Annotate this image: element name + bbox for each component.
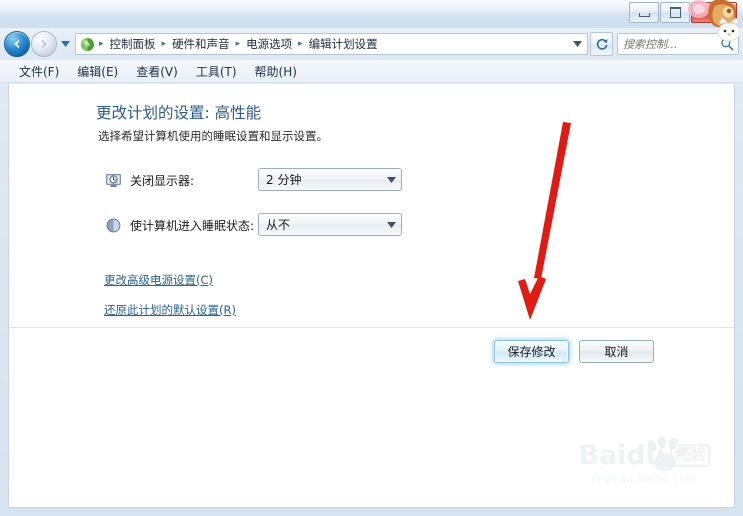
window-controls: ✕ — [629, 2, 737, 23]
setting-row-put-computer-to-sleep: 使计算机进入睡眠状态: — [104, 213, 254, 237]
cancel-button[interactable]: 取消 — [579, 340, 654, 363]
maximize-button[interactable] — [660, 2, 690, 23]
breadcrumb-bar[interactable]: ▸ 控制面板 ▸ 硬件和声音 ▸ 电源选项 ▸ 编辑计划设置 — [75, 33, 588, 55]
page-subtitle: 选择希望计算机使用的睡眠设置和显示设置。 — [98, 129, 328, 143]
explorer-window: ✕ ▸ 控制面板 ▸ 硬件和声音 ▸ 电源选项 ▸ 编辑计划设置 搜索控制...… — [0, 0, 743, 516]
setting-label-turn-off-display: 关闭显示器: — [130, 173, 195, 188]
forward-arrow-icon — [42, 39, 47, 49]
combo-value-turn-off-display: 2 分钟 — [266, 173, 302, 187]
content-pane: 更改计划的设置: 高性能 选择希望计算机使用的睡眠设置和显示设置。 关闭显示器:… — [8, 84, 735, 508]
breadcrumb-separator: ▸ — [235, 38, 241, 49]
back-button[interactable] — [4, 31, 30, 57]
button-bar: 保存修改 取消 — [494, 340, 654, 363]
chevron-down-icon[interactable] — [381, 221, 401, 228]
monitor-clock-icon — [104, 171, 122, 189]
menu-item-view[interactable]: 查看(V) — [127, 61, 187, 82]
baidu-paw-watermark — [647, 437, 686, 471]
menu-item-tools[interactable]: 工具(T) — [187, 61, 246, 82]
close-icon: ✕ — [708, 5, 720, 20]
maximize-icon — [669, 7, 681, 18]
setting-label-put-computer-to-sleep: 使计算机进入睡眠状态: — [130, 218, 255, 233]
moon-sleep-icon — [104, 216, 122, 234]
combo-turn-off-display[interactable]: 2 分钟 — [258, 168, 402, 191]
menu-item-edit[interactable]: 编辑(E) — [68, 61, 127, 82]
link-restore-default-settings[interactable]: 还原此计划的默认设置(R) — [104, 302, 236, 318]
search-input[interactable] — [621, 36, 719, 52]
close-button[interactable]: ✕ — [691, 2, 737, 23]
forward-button[interactable] — [31, 31, 57, 57]
search-box[interactable] — [617, 33, 739, 55]
breadcrumb-item-edit-plan-settings[interactable]: 编辑计划设置 — [306, 35, 381, 53]
breadcrumb-item-hardware-sound[interactable]: 硬件和声音 — [169, 35, 233, 53]
minimize-icon — [638, 13, 650, 17]
watermark-url: jingyan.baidu.com — [591, 473, 697, 485]
address-bar: ▸ 控制面板 ▸ 硬件和声音 ▸ 电源选项 ▸ 编辑计划设置 — [0, 28, 743, 60]
combo-value-put-computer-to-sleep: 从不 — [266, 218, 291, 232]
breadcrumb-separator: ▸ — [99, 38, 104, 49]
back-arrow-icon — [14, 39, 19, 49]
breadcrumb-item-power-options[interactable]: 电源选项 — [243, 35, 295, 53]
history-dropdown-button[interactable] — [58, 41, 72, 47]
horizontal-separator — [9, 327, 734, 328]
title-bar: ✕ — [0, 0, 743, 42]
breadcrumb-dropdown-icon[interactable] — [569, 41, 585, 47]
minimize-button[interactable] — [629, 2, 659, 23]
search-icon[interactable] — [719, 36, 735, 52]
menu-item-help[interactable]: 帮助(H) — [246, 61, 306, 82]
setting-row-turn-off-display: 关闭显示器: — [104, 168, 194, 192]
control-panel-icon — [79, 36, 95, 52]
page-title: 更改计划的设置: 高性能 — [96, 104, 262, 122]
save-changes-button[interactable]: 保存修改 — [494, 340, 569, 363]
chevron-down-icon — [60, 41, 70, 47]
breadcrumb-separator: ▸ — [298, 38, 303, 49]
menu-bar: 文件(F) 编辑(E) 查看(V) 工具(T) 帮助(H) — [0, 60, 743, 83]
breadcrumb-item-control-panel[interactable]: 控制面板 — [107, 35, 159, 53]
refresh-button[interactable] — [590, 32, 613, 56]
chevron-down-icon[interactable] — [381, 176, 401, 183]
breadcrumb-separator: ▸ — [161, 38, 167, 49]
combo-put-computer-to-sleep[interactable]: 从不 — [258, 213, 402, 236]
refresh-icon — [596, 38, 608, 50]
menu-item-file[interactable]: 文件(F) — [10, 61, 68, 82]
link-change-advanced-power-settings[interactable]: 更改高级电源设置(C) — [104, 272, 213, 288]
